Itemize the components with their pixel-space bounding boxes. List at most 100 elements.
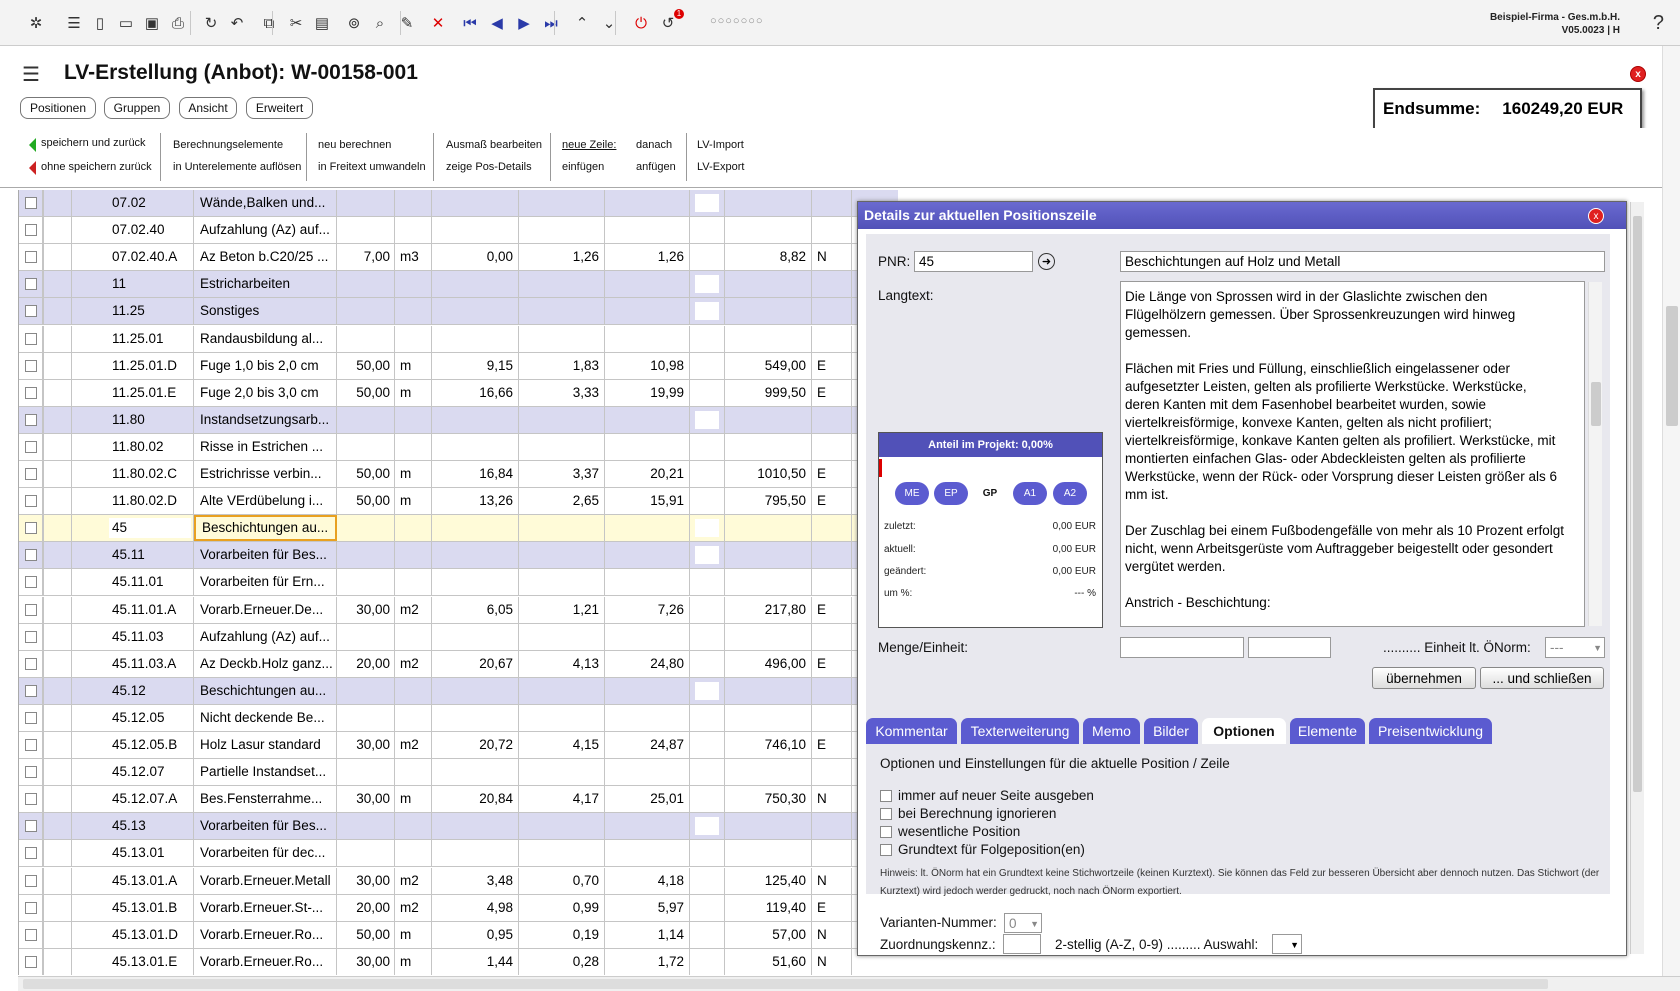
notification-icon[interactable]: ↺ 1 bbox=[658, 9, 684, 33]
price-1-cell[interactable] bbox=[432, 217, 519, 244]
small-cell-cell[interactable] bbox=[690, 921, 725, 948]
checkbox-cell[interactable] bbox=[19, 217, 43, 244]
quantity-cell[interactable] bbox=[337, 271, 395, 298]
total-cell[interactable]: 57,00 bbox=[725, 921, 812, 948]
quantity-cell[interactable] bbox=[337, 813, 395, 840]
checkbox-cell[interactable] bbox=[19, 190, 43, 216]
price-2-cell[interactable] bbox=[519, 759, 605, 786]
table-row[interactable]: 11.25 Sonstiges bbox=[19, 298, 898, 326]
position-number-cell[interactable]: 45.12 bbox=[107, 677, 194, 704]
total-cell[interactable] bbox=[725, 325, 812, 352]
flag-cell[interactable] bbox=[812, 840, 852, 867]
position-number-cell[interactable]: 45.13.01.B bbox=[107, 894, 194, 921]
unit-cell[interactable] bbox=[395, 840, 432, 867]
flag-cell[interactable]: N bbox=[812, 948, 852, 975]
table-row[interactable]: 11.80 Instandsetzungsarb... bbox=[19, 406, 898, 434]
langtext-area[interactable]: Die Länge von Sprossen wird in der Glasl… bbox=[1120, 281, 1585, 627]
position-number-cell[interactable]: 45.13.01.E bbox=[107, 948, 194, 975]
row-checkbox[interactable] bbox=[25, 603, 37, 616]
unit-price-cell[interactable]: 5,97 bbox=[605, 894, 690, 921]
save-back-icon[interactable] bbox=[22, 138, 36, 152]
tab-bilder[interactable]: Bilder bbox=[1144, 718, 1198, 744]
checkbox-cell[interactable] bbox=[19, 352, 43, 379]
row-checkbox[interactable] bbox=[25, 305, 37, 318]
quantity-cell[interactable]: 30,00 bbox=[337, 867, 395, 894]
position-number-cell[interactable]: 45.11.01.A bbox=[107, 596, 194, 623]
unit-price-cell[interactable]: 1,26 bbox=[605, 244, 690, 271]
price-2-cell[interactable] bbox=[519, 433, 605, 460]
save-icon[interactable]: ▣ bbox=[142, 13, 162, 33]
price-1-cell[interactable] bbox=[432, 677, 519, 704]
checkbox[interactable] bbox=[880, 808, 892, 820]
flag-cell[interactable] bbox=[812, 406, 852, 433]
unit-cell[interactable]: m2 bbox=[395, 867, 432, 894]
flag-cell[interactable] bbox=[812, 704, 852, 731]
row-checkbox[interactable] bbox=[25, 820, 37, 833]
unit-price-cell[interactable] bbox=[605, 406, 690, 433]
row-checkbox[interactable] bbox=[25, 197, 37, 209]
unit-price-cell[interactable] bbox=[605, 515, 690, 542]
row-checkbox[interactable] bbox=[25, 386, 37, 399]
position-number-cell[interactable]: 45.13 bbox=[107, 813, 194, 840]
panel-close-icon[interactable]: x bbox=[1588, 208, 1604, 224]
table-row[interactable]: 45 Beschichtungen au... bbox=[19, 515, 898, 543]
checkbox-cell[interactable] bbox=[19, 515, 43, 542]
small-cell-cell[interactable] bbox=[690, 488, 725, 515]
flag-cell[interactable] bbox=[812, 325, 852, 352]
checkbox-cell[interactable] bbox=[19, 488, 43, 515]
row-checkbox[interactable] bbox=[25, 278, 37, 291]
position-text-cell[interactable]: Vorarb.Erneuer.De... bbox=[194, 596, 337, 623]
total-cell[interactable] bbox=[725, 840, 812, 867]
table-row[interactable]: 11 Estricharbeiten bbox=[19, 271, 898, 299]
total-cell[interactable] bbox=[725, 569, 812, 596]
position-text-cell[interactable]: Vorarb.Erneuer.Metall bbox=[194, 867, 337, 894]
total-cell[interactable]: 1010,50 bbox=[725, 461, 812, 487]
copy-icon[interactable]: ⧉ bbox=[259, 13, 279, 33]
row-checkbox[interactable] bbox=[25, 522, 37, 535]
price-1-cell[interactable] bbox=[432, 190, 519, 216]
price-1-cell[interactable] bbox=[432, 325, 519, 352]
flag-cell[interactable]: E bbox=[812, 461, 852, 487]
quantity-cell[interactable]: 20,00 bbox=[337, 894, 395, 921]
small-cell-cell[interactable] bbox=[690, 569, 725, 596]
total-cell[interactable]: 496,00 bbox=[725, 650, 812, 677]
lv-import-button[interactable]: LV-Import bbox=[697, 139, 744, 152]
checkbox-cell[interactable] bbox=[19, 379, 43, 406]
flag-cell[interactable]: E bbox=[812, 488, 852, 515]
small-cell-cell[interactable] bbox=[690, 786, 725, 813]
unit-cell[interactable]: m bbox=[395, 921, 432, 948]
checkbox-cell[interactable] bbox=[19, 271, 43, 298]
unit-price-cell[interactable] bbox=[605, 298, 690, 325]
checkbox-cell[interactable] bbox=[19, 786, 43, 813]
position-number-cell[interactable]: 11.25.01.E bbox=[107, 379, 194, 406]
quantity-cell[interactable] bbox=[337, 515, 395, 542]
position-number-cell[interactable]: 45.12.05.B bbox=[107, 732, 194, 758]
lv-export-button[interactable]: LV-Export bbox=[697, 161, 745, 174]
open-folder-icon[interactable]: ▭ bbox=[116, 13, 136, 33]
unit-price-cell[interactable]: 24,87 bbox=[605, 732, 690, 758]
unit-price-cell[interactable]: 24,80 bbox=[605, 650, 690, 677]
position-number-cell[interactable]: 07.02.40 bbox=[107, 217, 194, 244]
checkbox-cell[interactable] bbox=[19, 867, 43, 894]
total-cell[interactable] bbox=[725, 759, 812, 786]
unit-price-cell[interactable] bbox=[605, 433, 690, 460]
position-text-cell[interactable]: Sonstiges bbox=[194, 298, 337, 325]
unit-cell[interactable] bbox=[395, 623, 432, 650]
checkbox[interactable] bbox=[880, 790, 892, 802]
total-cell[interactable]: 549,00 bbox=[725, 352, 812, 379]
total-cell[interactable] bbox=[725, 298, 812, 325]
unit-price-cell[interactable]: 10,98 bbox=[605, 352, 690, 379]
unit-price-cell[interactable]: 20,21 bbox=[605, 461, 690, 487]
checkbox-cell[interactable] bbox=[19, 759, 43, 786]
row-checkbox[interactable] bbox=[25, 955, 37, 968]
checkbox[interactable] bbox=[880, 844, 892, 856]
price-2-cell[interactable]: 2,65 bbox=[519, 488, 605, 515]
flag-cell[interactable] bbox=[812, 569, 852, 596]
row-checkbox[interactable] bbox=[25, 928, 37, 941]
total-cell[interactable]: 125,40 bbox=[725, 867, 812, 894]
price-1-cell[interactable]: 3,48 bbox=[432, 867, 519, 894]
app-logo-icon[interactable]: ✲ bbox=[26, 13, 46, 33]
option-new-page[interactable]: immer auf neuer Seite ausgeben bbox=[880, 788, 1094, 803]
price-2-cell[interactable] bbox=[519, 813, 605, 840]
position-number-cell[interactable]: 45.11.01 bbox=[107, 569, 194, 596]
